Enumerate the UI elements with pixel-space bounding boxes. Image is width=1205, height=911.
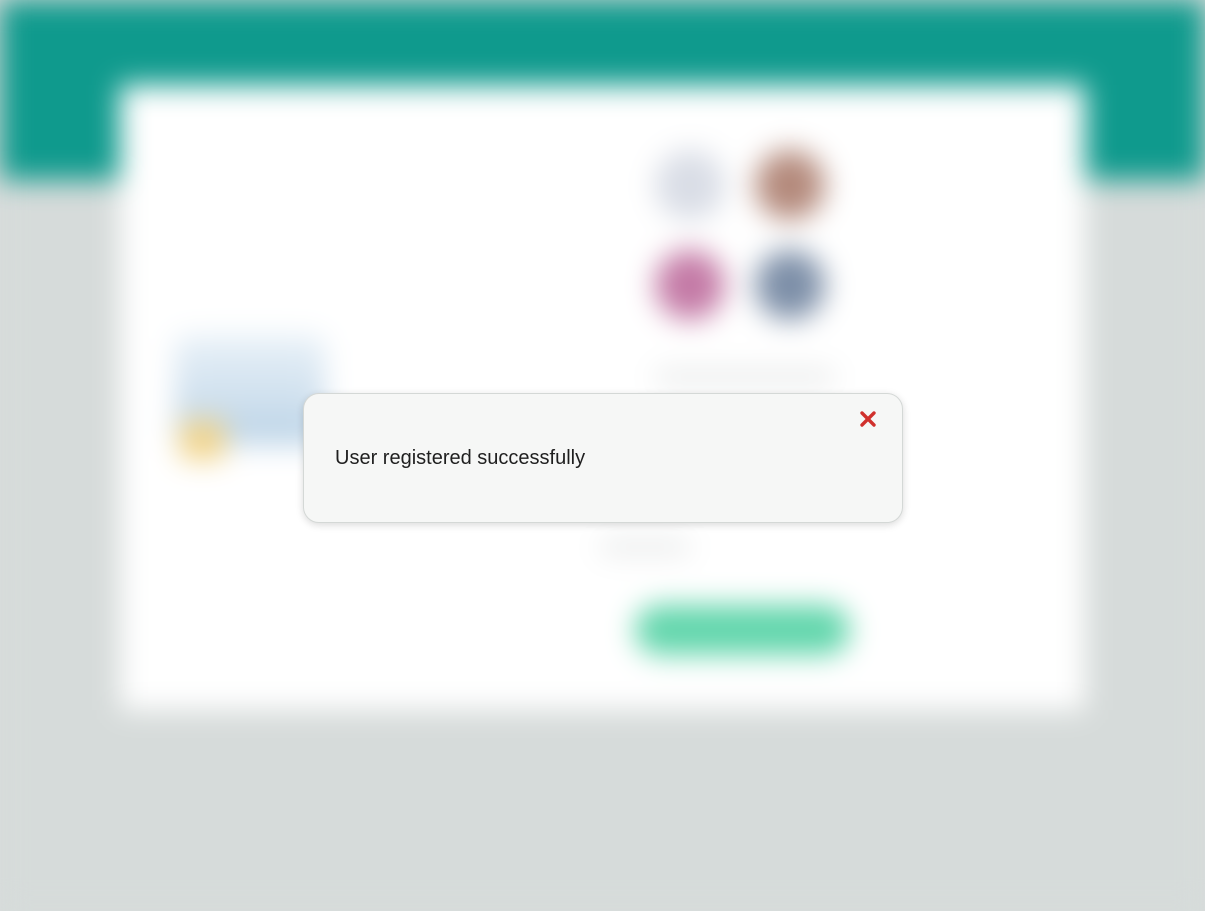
success-notification: User registered successfully — [303, 393, 903, 523]
avatar-option — [755, 250, 825, 320]
submit-button-blurred — [635, 605, 850, 655]
notification-message: User registered successfully — [335, 447, 586, 469]
close-icon — [860, 411, 876, 427]
close-notification-button[interactable] — [856, 407, 880, 431]
form-label-placeholder — [600, 540, 690, 554]
avatar-option — [655, 250, 725, 320]
avatar-option — [755, 150, 825, 220]
illustration-accent — [180, 420, 225, 460]
avatar-option — [655, 150, 725, 220]
form-field-placeholder — [655, 370, 835, 384]
